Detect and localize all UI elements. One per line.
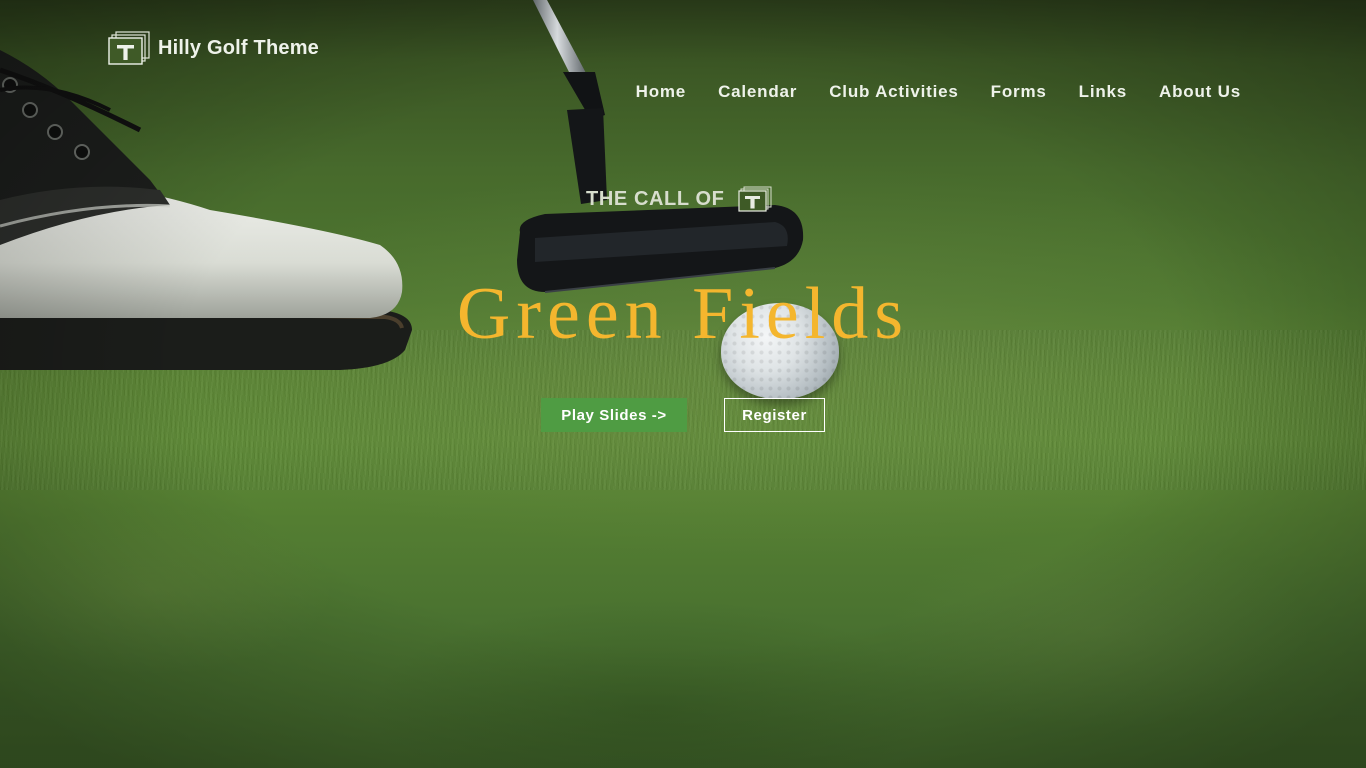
hero-eyebrow: THE CALL OF (586, 186, 772, 212)
register-button[interactable]: Register (724, 398, 825, 432)
stacked-t-logo-icon (738, 186, 772, 212)
play-slides-button[interactable]: Play Slides -> (541, 398, 687, 432)
hero-cta-row: Play Slides -> Register (541, 398, 825, 432)
stacked-t-logo-icon (108, 31, 150, 65)
site-title: Hilly Golf Theme (158, 36, 320, 59)
nav-item-links[interactable]: Links (1079, 82, 1127, 102)
nav-item-forms[interactable]: Forms (991, 82, 1047, 102)
main-navigation: Home Calendar Club Activities Forms Link… (636, 82, 1241, 102)
nav-item-about-us[interactable]: About Us (1159, 82, 1241, 102)
nav-item-calendar[interactable]: Calendar (718, 82, 797, 102)
hero-title: Green Fields (456, 273, 910, 355)
hero-background (0, 0, 1366, 768)
hero-eyebrow-text: THE CALL OF (586, 187, 725, 210)
site-logo-link[interactable]: Hilly Golf Theme (108, 31, 319, 65)
nav-item-club-activities[interactable]: Club Activities (829, 82, 958, 102)
vignette-overlay (0, 0, 1366, 768)
nav-item-home[interactable]: Home (636, 82, 686, 102)
